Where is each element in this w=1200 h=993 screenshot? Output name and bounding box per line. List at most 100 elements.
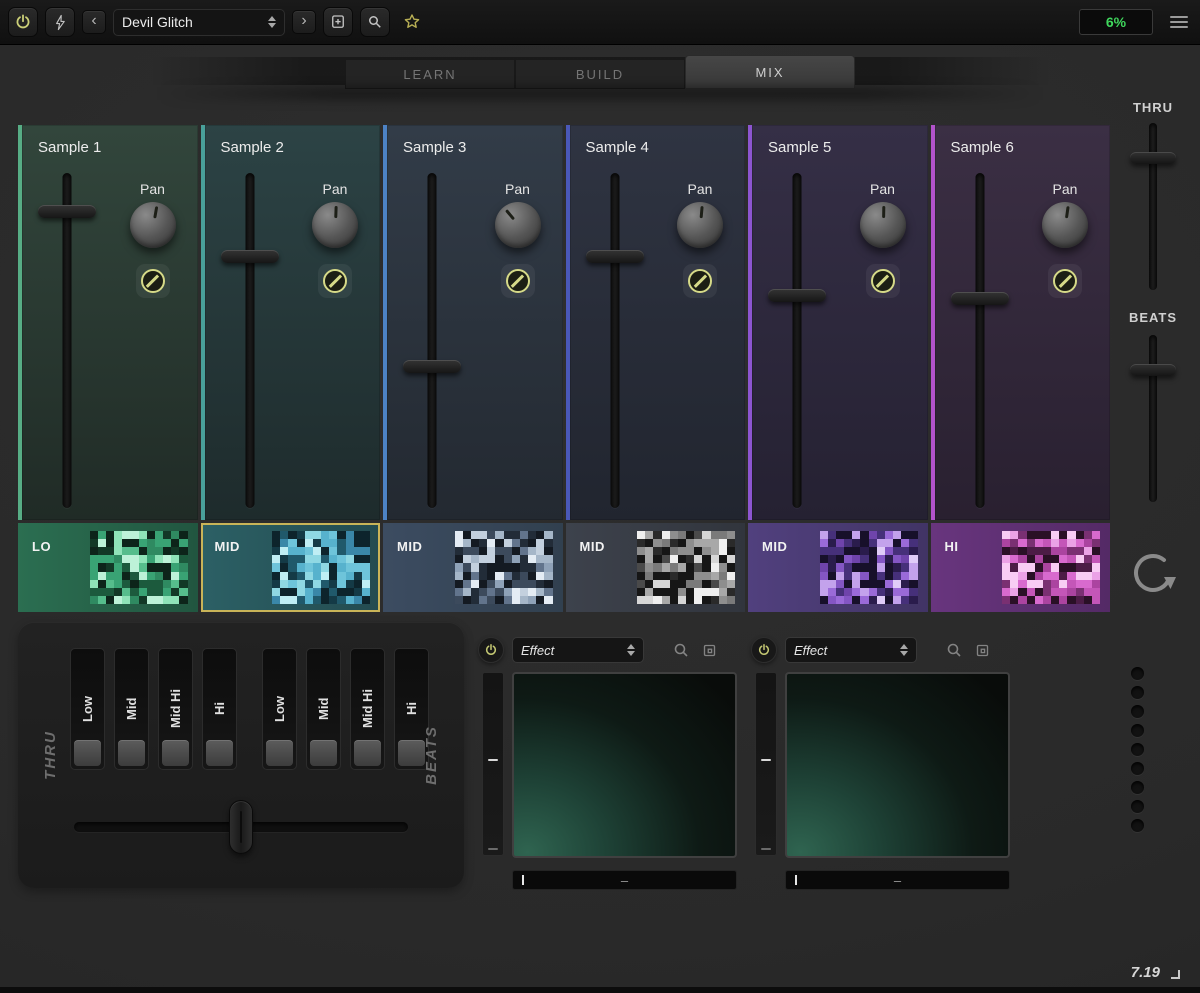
effect-search-icon[interactable] — [944, 640, 964, 660]
thru-eq-band-mid-hi[interactable]: Mid Hi — [158, 648, 193, 770]
effect-search-icon[interactable] — [671, 640, 691, 660]
sample-pad-4[interactable]: MID — [566, 523, 746, 612]
effect-wet-fader[interactable] — [482, 672, 504, 856]
eq-band-label: Hi — [203, 649, 236, 769]
tab-build[interactable]: BUILD — [515, 59, 685, 89]
value-bar-tick — [795, 875, 797, 885]
volume-fader[interactable] — [221, 173, 279, 508]
effect-select[interactable]: Effect — [512, 637, 644, 663]
pad-band-label: HI — [945, 539, 959, 554]
beats-eq-band-mid[interactable]: Mid — [306, 648, 341, 770]
fader-handle[interactable] — [768, 289, 826, 302]
loop-button[interactable] — [1124, 544, 1182, 602]
mute-button[interactable] — [683, 264, 717, 298]
fader-handle[interactable] — [221, 250, 279, 263]
grip-dot — [1131, 819, 1144, 832]
pan-knob[interactable] — [312, 202, 358, 248]
mute-button[interactable] — [1048, 264, 1082, 298]
crossfader[interactable] — [74, 800, 408, 854]
thru-eq-band-mid[interactable]: Mid — [114, 648, 149, 770]
thru-eq-band-hi[interactable]: Hi — [202, 648, 237, 770]
fader-handle[interactable] — [586, 250, 644, 263]
thru-label: THRU — [1122, 100, 1184, 115]
resize-corner-icon[interactable] — [1171, 970, 1180, 979]
prev-preset-button[interactable]: ‹ — [82, 10, 106, 34]
next-preset-button[interactable]: › — [292, 10, 316, 34]
sample-pad-2[interactable]: MID — [201, 523, 381, 612]
sample-pad-6[interactable]: HI — [931, 523, 1111, 612]
waveform-thumbnail — [455, 531, 553, 604]
pan-knob[interactable] — [677, 202, 723, 248]
effect-window-icon[interactable] — [972, 640, 992, 660]
pan-label: Pan — [140, 181, 165, 197]
tab-shadow — [160, 87, 1040, 100]
channel-strip-6: Sample 6 Pan — [931, 125, 1111, 520]
waveform-thumbnail — [90, 531, 188, 604]
eq-band-label: Low — [71, 649, 104, 769]
effect-header: Effect — [478, 636, 737, 664]
effect-wet-fader[interactable] — [755, 672, 777, 856]
pan-group: Pan — [852, 181, 914, 298]
effect-value-bar[interactable]: – — [512, 870, 737, 890]
slash-circle-icon — [871, 269, 895, 293]
fader-handle[interactable] — [403, 360, 461, 373]
preset-select[interactable]: Devil Glitch — [113, 9, 285, 36]
thru-fader[interactable] — [1122, 123, 1184, 290]
menu-button[interactable] — [1166, 9, 1192, 35]
thru-eq-band-low[interactable]: Low — [70, 648, 105, 770]
slash-circle-icon — [506, 269, 530, 293]
add-file-icon — [329, 13, 347, 31]
pan-knob[interactable] — [495, 202, 541, 248]
fader-handle[interactable] — [38, 205, 96, 218]
star-icon — [402, 12, 422, 32]
pan-knob[interactable] — [860, 202, 906, 248]
tab-mix[interactable]: MIX — [685, 55, 855, 89]
beats-eq-band-low[interactable]: Low — [262, 648, 297, 770]
channel-strip-2: Sample 2 Pan — [201, 125, 381, 520]
volume-fader[interactable] — [951, 173, 1009, 508]
wet-fader-bottom-mark — [488, 848, 498, 850]
fader-track — [63, 173, 72, 508]
effect-power-button[interactable] — [478, 637, 504, 663]
beats-eq-bands: Low Mid Mid Hi Hi — [262, 648, 429, 770]
beats-fader[interactable] — [1122, 335, 1184, 502]
search-button[interactable] — [360, 7, 390, 37]
tab-learn[interactable]: LEARN — [345, 59, 515, 89]
sample-pad-5[interactable]: MID — [748, 523, 928, 612]
fader-handle[interactable] — [951, 292, 1009, 305]
crossfader-handle[interactable] — [229, 800, 253, 854]
drag-dots[interactable] — [1131, 667, 1144, 832]
effect-select[interactable]: Effect — [785, 637, 917, 663]
beats-fader-handle[interactable] — [1130, 364, 1176, 376]
mute-button[interactable] — [501, 264, 535, 298]
mute-button[interactable] — [136, 264, 170, 298]
pan-knob[interactable] — [1042, 202, 1088, 248]
tab-bar: LEARNBUILDMIX — [345, 55, 855, 89]
volume-fader[interactable] — [403, 173, 461, 508]
thru-fader-handle[interactable] — [1130, 152, 1176, 164]
pan-knob[interactable] — [130, 202, 176, 248]
volume-fader[interactable] — [38, 173, 96, 508]
volume-fader[interactable] — [768, 173, 826, 508]
mute-button[interactable] — [318, 264, 352, 298]
power-icon — [484, 643, 498, 657]
sample-pad-1[interactable]: LO — [18, 523, 198, 612]
effect-unit-1: Effect – — [478, 636, 737, 890]
slash-circle-icon — [1053, 269, 1077, 293]
fader-track — [975, 173, 984, 508]
effect-xy-pad[interactable] — [785, 672, 1010, 858]
lightning-button[interactable] — [45, 7, 75, 37]
beats-eq-band-mid-hi[interactable]: Mid Hi — [350, 648, 385, 770]
sample-pad-3[interactable]: MID — [383, 523, 563, 612]
grip-dot — [1131, 781, 1144, 794]
effect-power-button[interactable] — [751, 637, 777, 663]
power-button[interactable] — [8, 7, 38, 37]
volume-fader[interactable] — [586, 173, 644, 508]
effect-value-bar[interactable]: – — [785, 870, 1010, 890]
add-preset-button[interactable] — [323, 7, 353, 37]
favorite-button[interactable] — [397, 7, 427, 37]
effect-window-icon[interactable] — [699, 640, 719, 660]
effect-xy-pad[interactable] — [512, 672, 737, 858]
mute-button[interactable] — [866, 264, 900, 298]
channel-name: Sample 6 — [951, 139, 1014, 156]
